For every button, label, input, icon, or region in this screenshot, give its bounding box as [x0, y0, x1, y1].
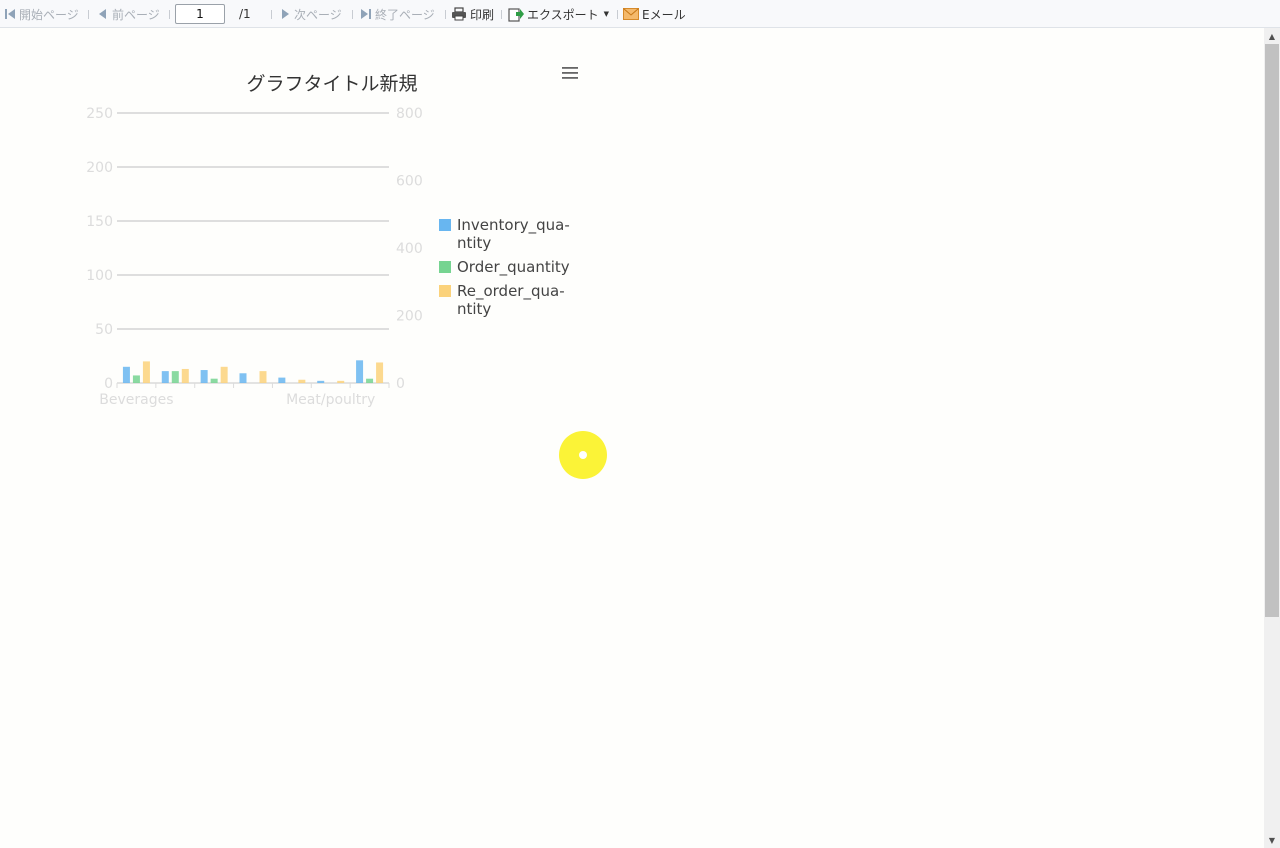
prev-page-icon [99, 9, 106, 19]
bar [259, 371, 267, 383]
bar [337, 380, 345, 383]
bar [366, 378, 374, 383]
first-page-icon [5, 9, 15, 19]
first-page-button[interactable]: 開始ページ [4, 0, 79, 28]
y-tick-label: 150 [86, 214, 113, 230]
toolbar-separator [445, 10, 446, 19]
page-number-input[interactable] [175, 4, 225, 24]
prev-page-button[interactable]: 前ページ [97, 0, 160, 28]
scroll-up-arrow-icon[interactable]: ▲ [1264, 28, 1280, 44]
y-tick-label: 0 [104, 376, 113, 392]
toolbar-separator [88, 10, 89, 19]
chart: グラフタイトル新規 0 50 100 150 200 250 0 200 400 600 800 Be… [86, 67, 578, 408]
y-tick-label: 50 [95, 322, 113, 338]
toolbar-separator [617, 10, 618, 19]
legend-label: Re_order_qua- [457, 282, 565, 301]
x-tick-label: Beverages [99, 392, 173, 408]
print-button[interactable]: 印刷 [451, 0, 494, 28]
legend-swatch [439, 261, 451, 273]
scroll-down-arrow-icon[interactable]: ▼ [1264, 832, 1280, 848]
legend: Inventory_qua-ntity Order_quantity Re_orde… [439, 216, 570, 318]
bar [239, 373, 247, 383]
bar [171, 371, 179, 383]
menu-icon[interactable] [562, 67, 578, 79]
y2-tick-label: 400 [396, 241, 423, 257]
email-button[interactable]: Eメール [623, 0, 686, 28]
bar [376, 362, 384, 383]
page-total: /1 [239, 7, 251, 21]
bar [200, 370, 208, 383]
bar [181, 368, 189, 383]
bar [210, 378, 218, 383]
printer-icon [452, 7, 466, 21]
report-toolbar: 開始ページ 前ページ /1 次ページ 終了ページ 印刷 エクスポート ▼ Eメー… [0, 0, 1280, 28]
next-page-label: 次ページ [294, 7, 342, 22]
print-label: 印刷 [470, 7, 495, 22]
bar [142, 361, 150, 383]
prev-page-label: 前ページ [112, 7, 160, 22]
legend-label: Inventory_qua- [457, 216, 570, 235]
y2-tick-label: 200 [396, 309, 423, 325]
scroll-thumb[interactable] [1265, 44, 1279, 617]
y2-tick-label: 600 [396, 174, 423, 190]
legend-label: ntity [457, 234, 491, 252]
bar [278, 377, 286, 383]
y-tick-label: 250 [86, 106, 113, 122]
x-tick-label: Meat/poultry [286, 392, 375, 408]
click-indicator [559, 431, 607, 479]
legend-label: Order_quantity [457, 258, 570, 277]
last-page-icon [361, 9, 371, 19]
bar [220, 366, 228, 383]
y2-tick-label: 800 [396, 106, 423, 122]
chart-title: グラフタイトル新規 [246, 73, 417, 95]
y2-tick-label: 0 [396, 376, 405, 392]
bar [317, 380, 325, 383]
bar [132, 375, 140, 383]
bar [161, 371, 169, 383]
report-viewer: グラフタイトル新規 0 50 100 150 200 250 0 200 400 600 800 Be… [0, 28, 1264, 848]
legend-swatch [439, 285, 451, 297]
toolbar-separator [501, 10, 502, 19]
export-label: エクスポート [527, 7, 599, 22]
export-button[interactable]: エクスポート ▼ [508, 0, 609, 28]
plot-area: 0 50 100 150 200 250 0 200 400 600 800 Beverages Mea… [86, 106, 422, 408]
bar [356, 360, 364, 383]
email-label: Eメール [642, 7, 686, 22]
bar [298, 379, 306, 383]
mail-icon [623, 8, 639, 20]
last-page-button[interactable]: 終了ページ [360, 0, 435, 28]
legend-label: ntity [457, 300, 491, 318]
last-page-label: 終了ページ [375, 7, 435, 22]
legend-swatch [439, 219, 451, 231]
next-page-button[interactable]: 次ページ [279, 0, 342, 28]
toolbar-separator [271, 10, 272, 19]
y-tick-label: 100 [86, 268, 113, 284]
toolbar-separator [169, 10, 170, 19]
toolbar-separator [352, 10, 353, 19]
y-tick-label: 200 [86, 160, 113, 176]
vertical-scrollbar[interactable]: ▲ ▼ [1264, 28, 1280, 848]
chevron-down-icon: ▼ [603, 10, 610, 18]
first-page-label: 開始ページ [19, 7, 79, 22]
bar [122, 366, 130, 383]
next-page-icon [282, 9, 289, 19]
export-icon [508, 7, 524, 22]
